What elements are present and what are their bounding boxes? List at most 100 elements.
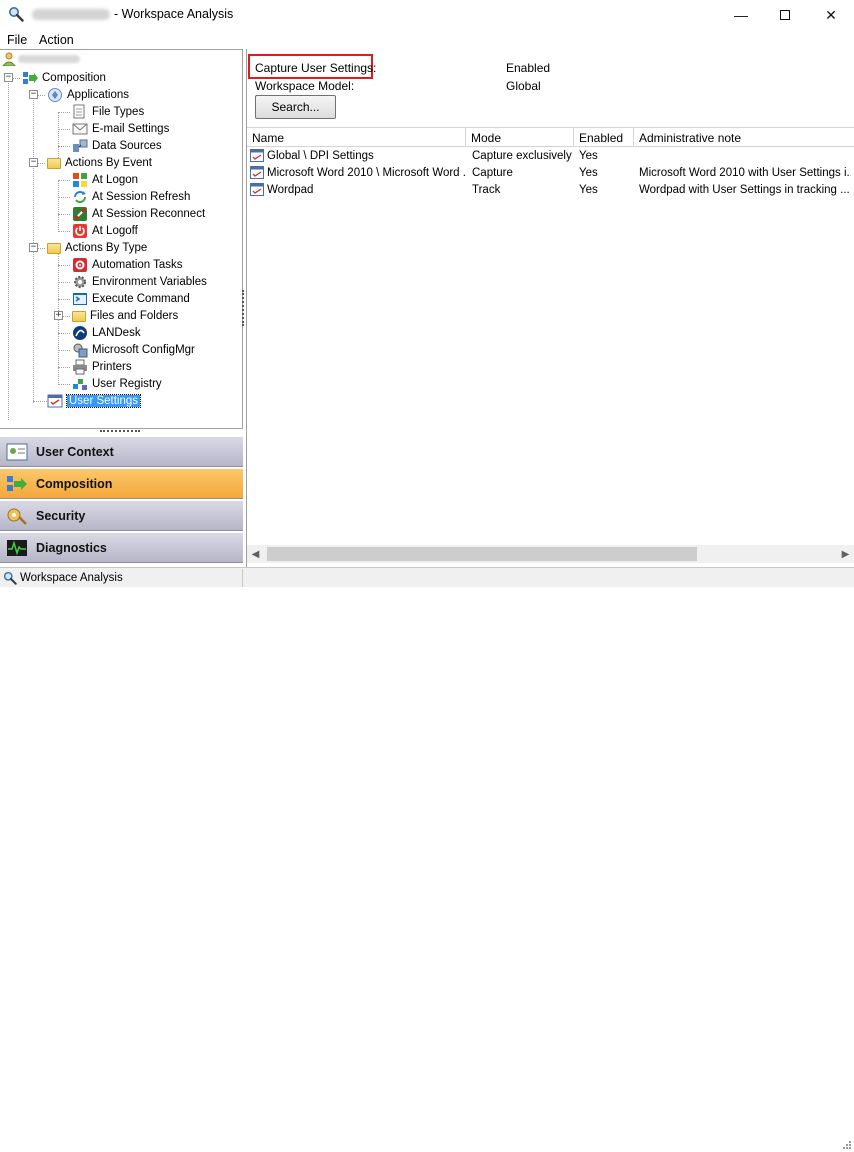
tree-item-files-and-folders[interactable]: Files and Folders — [72, 307, 178, 324]
column-header-enabled[interactable]: Enabled — [574, 128, 634, 147]
row-name-cell: Global \ DPI Settings — [247, 147, 466, 164]
nav-label: Security — [36, 508, 86, 523]
user-settings-icon — [250, 166, 264, 179]
tree-item-at-session-reconnect[interactable]: At Session Reconnect — [72, 205, 205, 222]
scrollbar-thumb[interactable] — [267, 547, 697, 561]
tree-label: User Registry — [92, 377, 162, 390]
nav-diagnostics-button[interactable]: Diagnostics — [0, 532, 243, 563]
collapse-composition-toggle[interactable]: − — [4, 73, 13, 82]
window-title: - Workspace Analysis — [114, 7, 234, 21]
minimize-button[interactable]: — — [718, 0, 764, 30]
row-mode: Capture — [472, 166, 513, 179]
tree-label: Data Sources — [92, 139, 162, 152]
status-bar: Workspace Analysis — [0, 567, 854, 1149]
tree-item-user-settings[interactable]: User Settings — [47, 392, 142, 409]
row-mode: Capture exclusively — [472, 149, 572, 162]
tree-item-at-logoff[interactable]: At Logoff — [72, 222, 138, 239]
tree-label: Actions By Type — [65, 241, 148, 254]
file-types-icon — [73, 104, 85, 118]
landesk-icon — [73, 325, 87, 340]
tree-item-composition[interactable]: Composition — [22, 69, 106, 86]
column-header-administrative-note[interactable]: Administrative note — [634, 128, 854, 147]
scroll-right-arrow-icon[interactable]: ▶ — [837, 545, 854, 563]
column-header-mode[interactable]: Mode — [466, 128, 574, 147]
close-button[interactable]: ✕ — [808, 0, 854, 30]
tree-item-applications[interactable]: Applications — [47, 86, 129, 103]
refresh-icon — [74, 190, 86, 203]
search-button[interactable]: Search... — [255, 95, 336, 119]
logon-icon — [73, 172, 87, 187]
tree-item-landesk[interactable]: LANDesk — [72, 324, 141, 341]
workspace-model-label: Workspace Model: — [255, 79, 355, 93]
title-bar: - Workspace Analysis — ✕ — [0, 0, 854, 30]
data-sources-icon — [73, 139, 88, 152]
table-row[interactable]: Global \ DPI Settings Capture exclusivel… — [247, 147, 854, 164]
tree-label: Files and Folders — [90, 309, 179, 322]
tree-item-at-session-refresh[interactable]: At Session Refresh — [72, 188, 190, 205]
tree-label: Automation Tasks — [92, 258, 183, 271]
row-name-cell: Microsoft Word 2010 \ Microsoft Word ... — [247, 164, 466, 181]
nav-label: Diagnostics — [36, 540, 107, 555]
row-enabled: Yes — [579, 149, 598, 162]
composition-icon — [23, 71, 38, 84]
navigation-tree: − − − − + Composition Applications File … — [0, 49, 243, 429]
diagnostics-icon — [7, 539, 27, 556]
menu-action[interactable]: Action — [39, 33, 74, 47]
magnifier-app-icon — [9, 7, 24, 22]
tree-item-environment-variables[interactable]: Environment Variables — [72, 273, 207, 290]
user-settings-icon — [250, 183, 264, 196]
status-cell-main: Workspace Analysis — [3, 569, 243, 587]
menu-file[interactable]: File — [7, 33, 27, 47]
nav-composition-button[interactable]: Composition — [0, 468, 243, 499]
tree-item-microsoft-configmgr[interactable]: Microsoft ConfigMgr — [72, 341, 195, 358]
tree-label: User Settings — [65, 393, 142, 408]
scroll-left-arrow-icon[interactable]: ◀ — [247, 545, 264, 563]
magnifier-icon — [3, 571, 17, 585]
menu-bar: File Action — [0, 30, 854, 49]
column-header-name[interactable]: Name — [247, 128, 466, 147]
folder-icon — [72, 311, 86, 322]
tree-label: File Types — [92, 105, 145, 118]
row-note: Wordpad with User Settings in tracking .… — [639, 183, 850, 196]
tree-item-execute-command[interactable]: Execute Command — [72, 290, 190, 307]
email-settings-icon — [72, 123, 88, 134]
status-text: Workspace Analysis — [20, 572, 123, 584]
tree-item-at-logon[interactable]: At Logon — [72, 171, 138, 188]
resize-grip-icon[interactable] — [838, 1138, 852, 1152]
tree-label: Printers — [92, 360, 132, 373]
tree-item-file-types[interactable]: File Types — [72, 103, 144, 120]
row-note: Microsoft Word 2010 with User Settings i… — [639, 166, 851, 179]
row-name-cell: Wordpad — [247, 181, 466, 198]
user-settings-icon — [47, 394, 63, 407]
tree-label: Execute Command — [92, 292, 190, 305]
tree-item-data-sources[interactable]: Data Sources — [72, 137, 162, 154]
maximize-button[interactable] — [762, 0, 808, 30]
applications-icon — [48, 87, 62, 102]
collapse-actions-by-event-toggle[interactable]: − — [29, 158, 38, 167]
tree-item-actions-by-event[interactable]: Actions By Event — [47, 154, 152, 171]
row-name: Microsoft Word 2010 \ Microsoft Word ... — [267, 166, 466, 179]
nav-user-context-button[interactable]: User Context — [0, 436, 243, 467]
tree-label: Microsoft ConfigMgr — [92, 343, 195, 356]
table-row[interactable]: Microsoft Word 2010 \ Microsoft Word ...… — [247, 164, 854, 181]
tree-item-user-registry[interactable]: User Registry — [72, 375, 162, 392]
list-header: Name Mode Enabled Administrative note — [247, 128, 854, 147]
automation-icon — [73, 257, 87, 272]
composition-icon — [7, 475, 27, 491]
tree-label: Environment Variables — [92, 275, 207, 288]
execute-icon — [73, 292, 87, 305]
tree-item-automation-tasks[interactable]: Automation Tasks — [72, 256, 183, 273]
printer-icon — [73, 359, 87, 374]
minimize-icon: — — [734, 7, 748, 23]
table-row[interactable]: Wordpad Track Yes Wordpad with User Sett… — [247, 181, 854, 198]
horizontal-scrollbar[interactable]: ◀ ▶ — [247, 545, 854, 563]
nav-security-button[interactable]: Security — [0, 500, 243, 531]
tree-item-email-settings[interactable]: E-mail Settings — [72, 120, 169, 137]
tree-item-printers[interactable]: Printers — [72, 358, 132, 375]
tree-item-actions-by-type[interactable]: Actions By Type — [47, 239, 147, 256]
tree-label: Composition — [42, 71, 106, 84]
collapse-actions-by-type-toggle[interactable]: − — [29, 243, 38, 252]
expand-files-and-folders-toggle[interactable]: + — [54, 311, 63, 320]
navigator-resize-grip[interactable] — [100, 430, 140, 433]
collapse-applications-toggle[interactable]: − — [29, 90, 38, 99]
